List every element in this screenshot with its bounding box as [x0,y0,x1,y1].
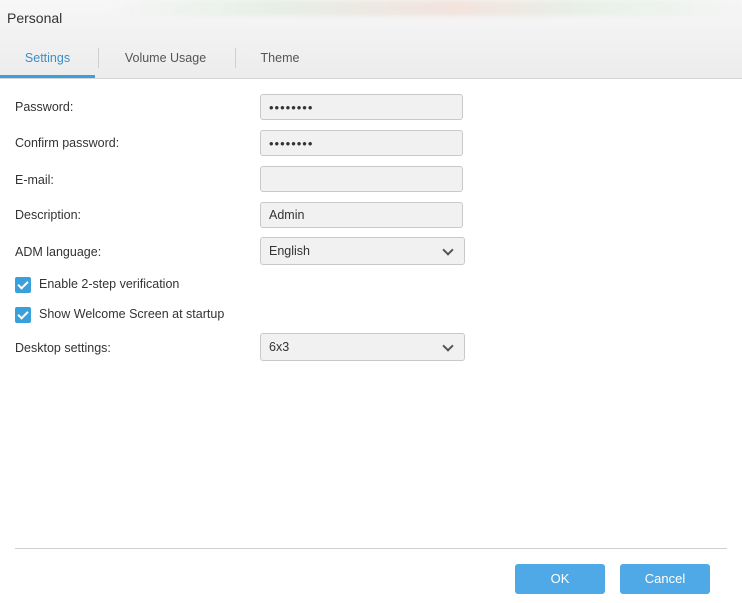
chevron-down-icon [442,244,454,256]
window-header: Personal Settings Volume Usage Theme [0,0,742,79]
footer-divider [15,548,727,549]
header-background-art [110,0,742,16]
desktop-settings-label: Desktop settings: [15,341,111,355]
desktop-settings-value: 6x3 [269,340,290,354]
password-label: Password: [15,100,74,114]
tab-theme[interactable]: Theme [244,42,316,75]
window-title: Personal [7,10,63,26]
adm-language-select[interactable]: English [260,237,465,265]
two-step-label: Enable 2-step verification [39,277,180,291]
description-field[interactable] [260,202,463,228]
adm-language-value: English [269,244,310,258]
tab-bar: Settings Volume Usage Theme [0,42,742,78]
tab-divider [235,48,236,68]
two-step-checkbox[interactable] [15,277,31,293]
adm-language-select-box[interactable]: English [260,237,465,265]
chevron-down-icon [442,340,454,352]
desktop-settings-select-box[interactable]: 6x3 [260,333,465,361]
tab-settings[interactable]: Settings [0,42,95,78]
email-label: E-mail: [15,173,54,187]
welcome-screen-label: Show Welcome Screen at startup [39,307,225,321]
ok-button[interactable]: OK [515,564,605,594]
confirm-password-field[interactable] [260,130,463,156]
tab-divider [98,48,99,68]
confirm-password-label: Confirm password: [15,136,120,150]
cancel-button[interactable]: Cancel [620,564,710,594]
description-label: Description: [15,208,81,222]
desktop-settings-select[interactable]: 6x3 [260,333,465,361]
welcome-screen-checkbox[interactable] [15,307,31,323]
password-field[interactable] [260,94,463,120]
tab-volume-usage[interactable]: Volume Usage [110,42,221,75]
email-field[interactable] [260,166,463,192]
adm-language-label: ADM language: [15,245,102,259]
